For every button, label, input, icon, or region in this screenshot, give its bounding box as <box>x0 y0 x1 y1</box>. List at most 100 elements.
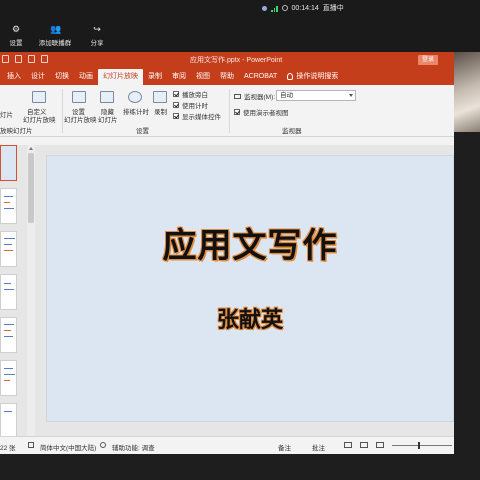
language-indicator[interactable]: 简体中文(中国大陆) <box>40 442 96 452</box>
notes-label: 备注 <box>278 445 291 452</box>
zoom-slider-knob[interactable] <box>418 442 420 449</box>
status-dot-icon <box>262 5 267 11</box>
scroll-up-icon[interactable] <box>28 147 33 150</box>
slide-thumbnail[interactable] <box>0 231 17 267</box>
meeting-toolbar: 00:14:14 直播中 ⚙ 设置 👥 添加联播群 ↪ 分享 <box>0 0 480 52</box>
slide-thumbnail[interactable] <box>0 188 17 224</box>
accessibility-status[interactable]: 辅助功能: 调查 <box>112 442 155 452</box>
slide-count: 22 张 <box>0 445 16 452</box>
slide-thumbnails <box>0 145 36 439</box>
login-button[interactable]: 登录 <box>418 55 438 65</box>
slide-subtitle[interactable]: 张献英 <box>47 302 453 334</box>
ribbon-separator <box>62 89 63 133</box>
from-slide-label[interactable]: 灯片 <box>0 109 13 119</box>
monitor-label: 监视器(M): <box>244 94 276 101</box>
tab-help[interactable]: 帮助 <box>215 72 239 85</box>
presenter-view-label: 使用演示者视图 <box>243 110 289 117</box>
slide-thumbnail[interactable] <box>0 360 17 396</box>
thumbnail-scrollbar[interactable] <box>27 145 35 436</box>
monitor-select-value: 自动 <box>280 92 293 99</box>
chevron-down-icon <box>349 94 353 97</box>
group-label-start: 放映幻灯片 <box>0 128 33 135</box>
slide-title[interactable]: 应用文写作 <box>47 218 453 267</box>
title-bar: 应用文写作.pptx - PowerPoint 登录 <box>0 52 454 68</box>
present-icon[interactable] <box>41 55 48 63</box>
live-status-text: 直播中 <box>322 5 344 12</box>
spellcheck-icon[interactable] <box>28 442 34 448</box>
tab-transitions[interactable]: 切换 <box>50 72 74 85</box>
lightbulb-icon <box>287 73 294 80</box>
accessibility-icon <box>100 442 106 448</box>
scrollbar-thumb[interactable] <box>28 153 34 223</box>
tab-review[interactable]: 审阅 <box>167 72 191 85</box>
meeting-tools: ⚙ 设置 👥 添加联播群 ↪ 分享 <box>0 24 114 47</box>
slide-thumbnail[interactable] <box>0 145 17 181</box>
reading-view-icon[interactable] <box>376 442 384 448</box>
slide-canvas[interactable]: 应用文写作 张献英 <box>46 155 454 422</box>
gear-icon: ⚙ <box>11 24 21 34</box>
tab-view[interactable]: 视图 <box>191 72 215 85</box>
presenter-view-checkbox[interactable]: 使用演示者视图 <box>234 107 289 117</box>
settings-button[interactable]: ⚙ 设置 <box>0 24 32 47</box>
comments-label: 批注 <box>312 445 325 452</box>
rehearse-timing-button[interactable]: 排练计时 <box>123 106 149 116</box>
use-timings-label: 使用计时 <box>182 103 208 110</box>
add-group-label: 添加联播群 <box>38 40 72 47</box>
show-media-controls-label: 显示媒体控件 <box>182 114 221 121</box>
slide-thumbnail[interactable] <box>0 403 17 439</box>
tab-design[interactable]: 设计 <box>26 72 50 85</box>
add-group-button[interactable]: 👥 添加联播群 <box>34 24 76 47</box>
checkbox-checked-icon <box>173 91 179 97</box>
ribbon: 灯片 放映幻灯片 自定义 幻灯片放映 设置 幻灯片放映 隐藏 幻灯片 排练计时 … <box>0 85 454 137</box>
record-icon <box>281 5 288 11</box>
monitor-select[interactable]: 自动 <box>276 90 356 101</box>
document-title: 应用文写作.pptx - PowerPoint <box>190 57 283 64</box>
slide-thumbnail[interactable] <box>0 274 17 310</box>
play-narrations-checkbox[interactable]: 播放旁白 <box>173 89 208 99</box>
setup-show-icon <box>72 91 86 103</box>
slide-thumbnail[interactable] <box>0 317 17 353</box>
checkbox-checked-icon <box>173 113 179 119</box>
save-icon[interactable] <box>2 55 9 63</box>
ribbon-separator <box>229 89 230 133</box>
tab-slideshow[interactable]: 幻灯片放映 <box>98 69 143 85</box>
comments-button[interactable]: 批注 <box>312 442 325 452</box>
redo-icon[interactable] <box>28 55 35 63</box>
notes-button[interactable]: 备注 <box>278 442 291 452</box>
tell-me-label: 操作说明搜索 <box>296 73 339 80</box>
rehearse-timing-icon <box>128 91 142 103</box>
settings-label: 设置 <box>9 40 23 47</box>
quick-access-toolbar <box>2 55 48 63</box>
tab-acrobat[interactable]: ACROBAT <box>239 72 282 85</box>
tell-me-search[interactable]: 操作说明搜索 <box>282 72 343 85</box>
custom-show-button-2[interactable]: 幻灯片放映 <box>23 114 56 124</box>
checkbox-checked-icon <box>234 109 240 115</box>
meeting-bottom-area <box>0 454 480 480</box>
share-icon: ↪ <box>93 24 101 34</box>
share-button[interactable]: ↪ 分享 <box>80 24 114 47</box>
live-timer: 00:14:14 <box>291 4 319 12</box>
monitor-icon <box>234 93 241 99</box>
signal-icon <box>271 5 278 12</box>
normal-view-icon[interactable] <box>344 442 352 448</box>
status-bar: 22 张 简体中文(中国大陆) 辅助功能: 调查 备注 批注 <box>0 436 454 454</box>
ribbon-tabs: 插入 设计 切换 动画 幻灯片放映 录制 审阅 视图 帮助 ACROBAT 操作… <box>0 68 454 85</box>
screen: 00:14:14 直播中 ⚙ 设置 👥 添加联播群 ↪ 分享 应用文写作.ppt… <box>0 0 480 480</box>
show-media-controls-checkbox[interactable]: 显示媒体控件 <box>173 111 221 121</box>
record-show-button[interactable]: 录制 <box>154 106 167 116</box>
powerpoint-window: 应用文写作.pptx - PowerPoint 登录 插入 设计 切换 动画 幻… <box>0 52 454 454</box>
live-status: 00:14:14 直播中 <box>262 2 344 14</box>
tab-record[interactable]: 录制 <box>143 72 167 85</box>
setup-show-button-2[interactable]: 幻灯片放映 <box>64 114 97 124</box>
use-timings-checkbox[interactable]: 使用计时 <box>173 100 208 110</box>
work-area: 应用文写作 张献英 <box>0 145 454 439</box>
webcam-preview <box>454 52 480 132</box>
record-show-icon <box>153 91 167 103</box>
zoom-slider[interactable] <box>392 445 452 446</box>
checkbox-checked-icon <box>173 102 179 108</box>
slide-sorter-icon[interactable] <box>360 442 368 448</box>
undo-icon[interactable] <box>15 55 22 63</box>
hide-slide-button-2[interactable]: 幻灯片 <box>98 114 118 124</box>
tab-animations[interactable]: 动画 <box>74 72 98 85</box>
tab-insert[interactable]: 插入 <box>2 72 26 85</box>
